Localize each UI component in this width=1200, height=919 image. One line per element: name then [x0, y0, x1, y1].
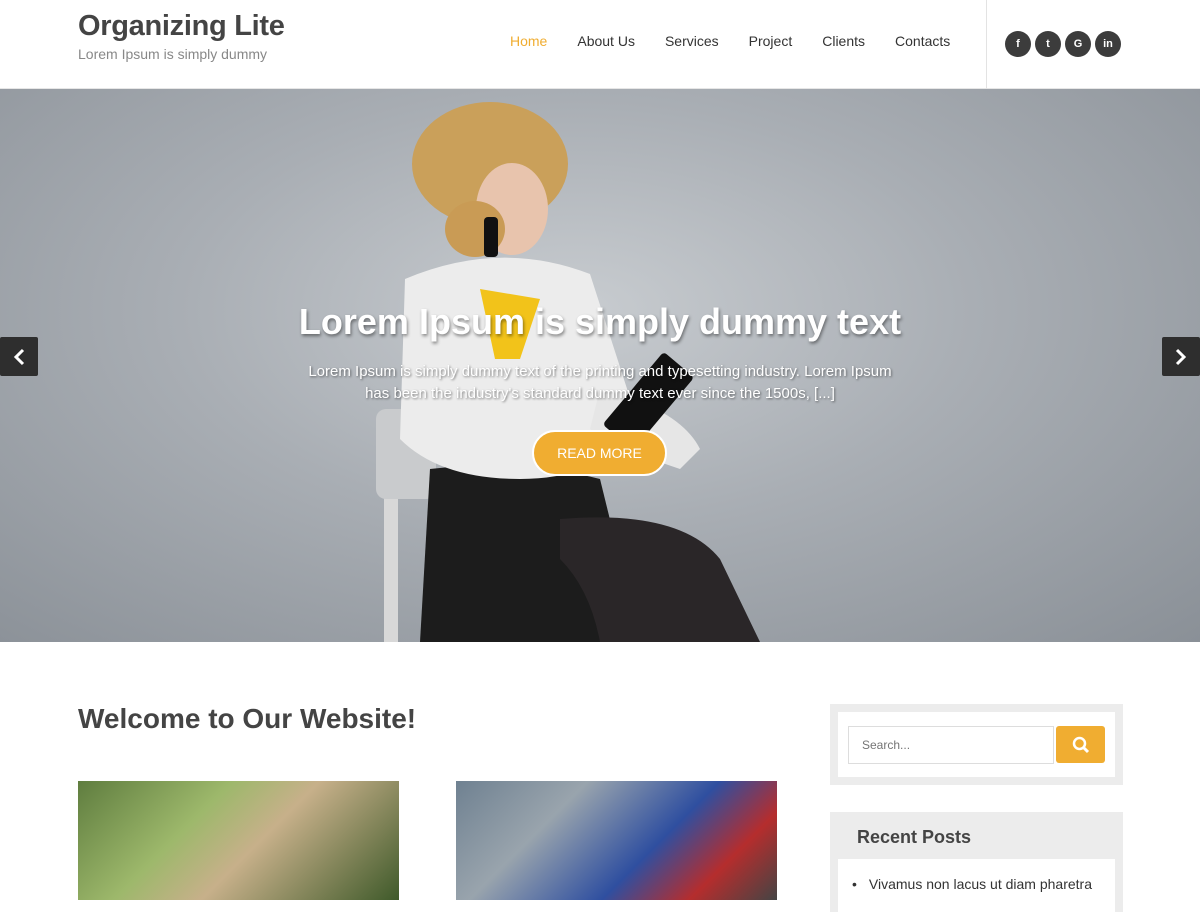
linkedin-icon[interactable]: in	[1095, 31, 1121, 57]
search-form	[838, 712, 1115, 777]
chevron-left-icon	[13, 348, 25, 365]
facebook-icon[interactable]: f	[1005, 31, 1031, 57]
search-input[interactable]	[848, 726, 1054, 764]
main-nav: Home About Us Services Project Clients C…	[510, 33, 980, 49]
nav-item-about-us[interactable]: About Us	[577, 33, 635, 49]
nav-item-project[interactable]: Project	[749, 33, 793, 49]
nav-item-contacts[interactable]: Contacts	[895, 33, 950, 49]
site-title[interactable]: Organizing Lite	[78, 10, 285, 43]
recent-posts-title: Recent Posts	[857, 827, 972, 847]
twitter-icon[interactable]: t	[1035, 31, 1061, 57]
nav-item-home[interactable]: Home	[510, 33, 547, 49]
social-links: f t G in	[1005, 31, 1125, 57]
hero-slider: Lorem Ipsum is simply dummy text Lorem I…	[0, 89, 1200, 642]
slider-next-button[interactable]	[1162, 337, 1200, 376]
nav-item-clients[interactable]: Clients	[822, 33, 865, 49]
site-tagline: Lorem Ipsum is simply dummy	[78, 46, 268, 62]
post-thumbnail[interactable]	[456, 781, 777, 900]
recent-post-link[interactable]: Vivamus non lacus ut diam pharetra	[852, 876, 1092, 892]
chevron-right-icon	[1175, 348, 1187, 365]
nav-item-services[interactable]: Services	[665, 33, 719, 49]
recent-posts-widget: Recent Posts Vivamus non lacus ut diam p…	[830, 812, 1123, 919]
google-plus-icon[interactable]: G	[1065, 31, 1091, 57]
post-thumbnail[interactable]	[78, 781, 399, 900]
search-widget	[830, 704, 1123, 785]
welcome-heading: Welcome to Our Website!	[78, 703, 417, 734]
hero-title: Lorem Ipsum is simply dummy text	[298, 301, 902, 342]
hero-text: Lorem Ipsum is simply dummy text of the …	[308, 363, 892, 402]
site-header: Organizing Lite Lorem Ipsum is simply du…	[0, 0, 1200, 89]
read-more-button[interactable]: READ MORE	[532, 430, 667, 476]
slider-prev-button[interactable]	[0, 337, 38, 376]
search-button[interactable]	[1056, 726, 1105, 763]
nav-divider	[986, 0, 987, 89]
recent-posts-list: Vivamus non lacus ut diam pharetra	[838, 859, 1115, 919]
search-icon	[1072, 736, 1089, 753]
